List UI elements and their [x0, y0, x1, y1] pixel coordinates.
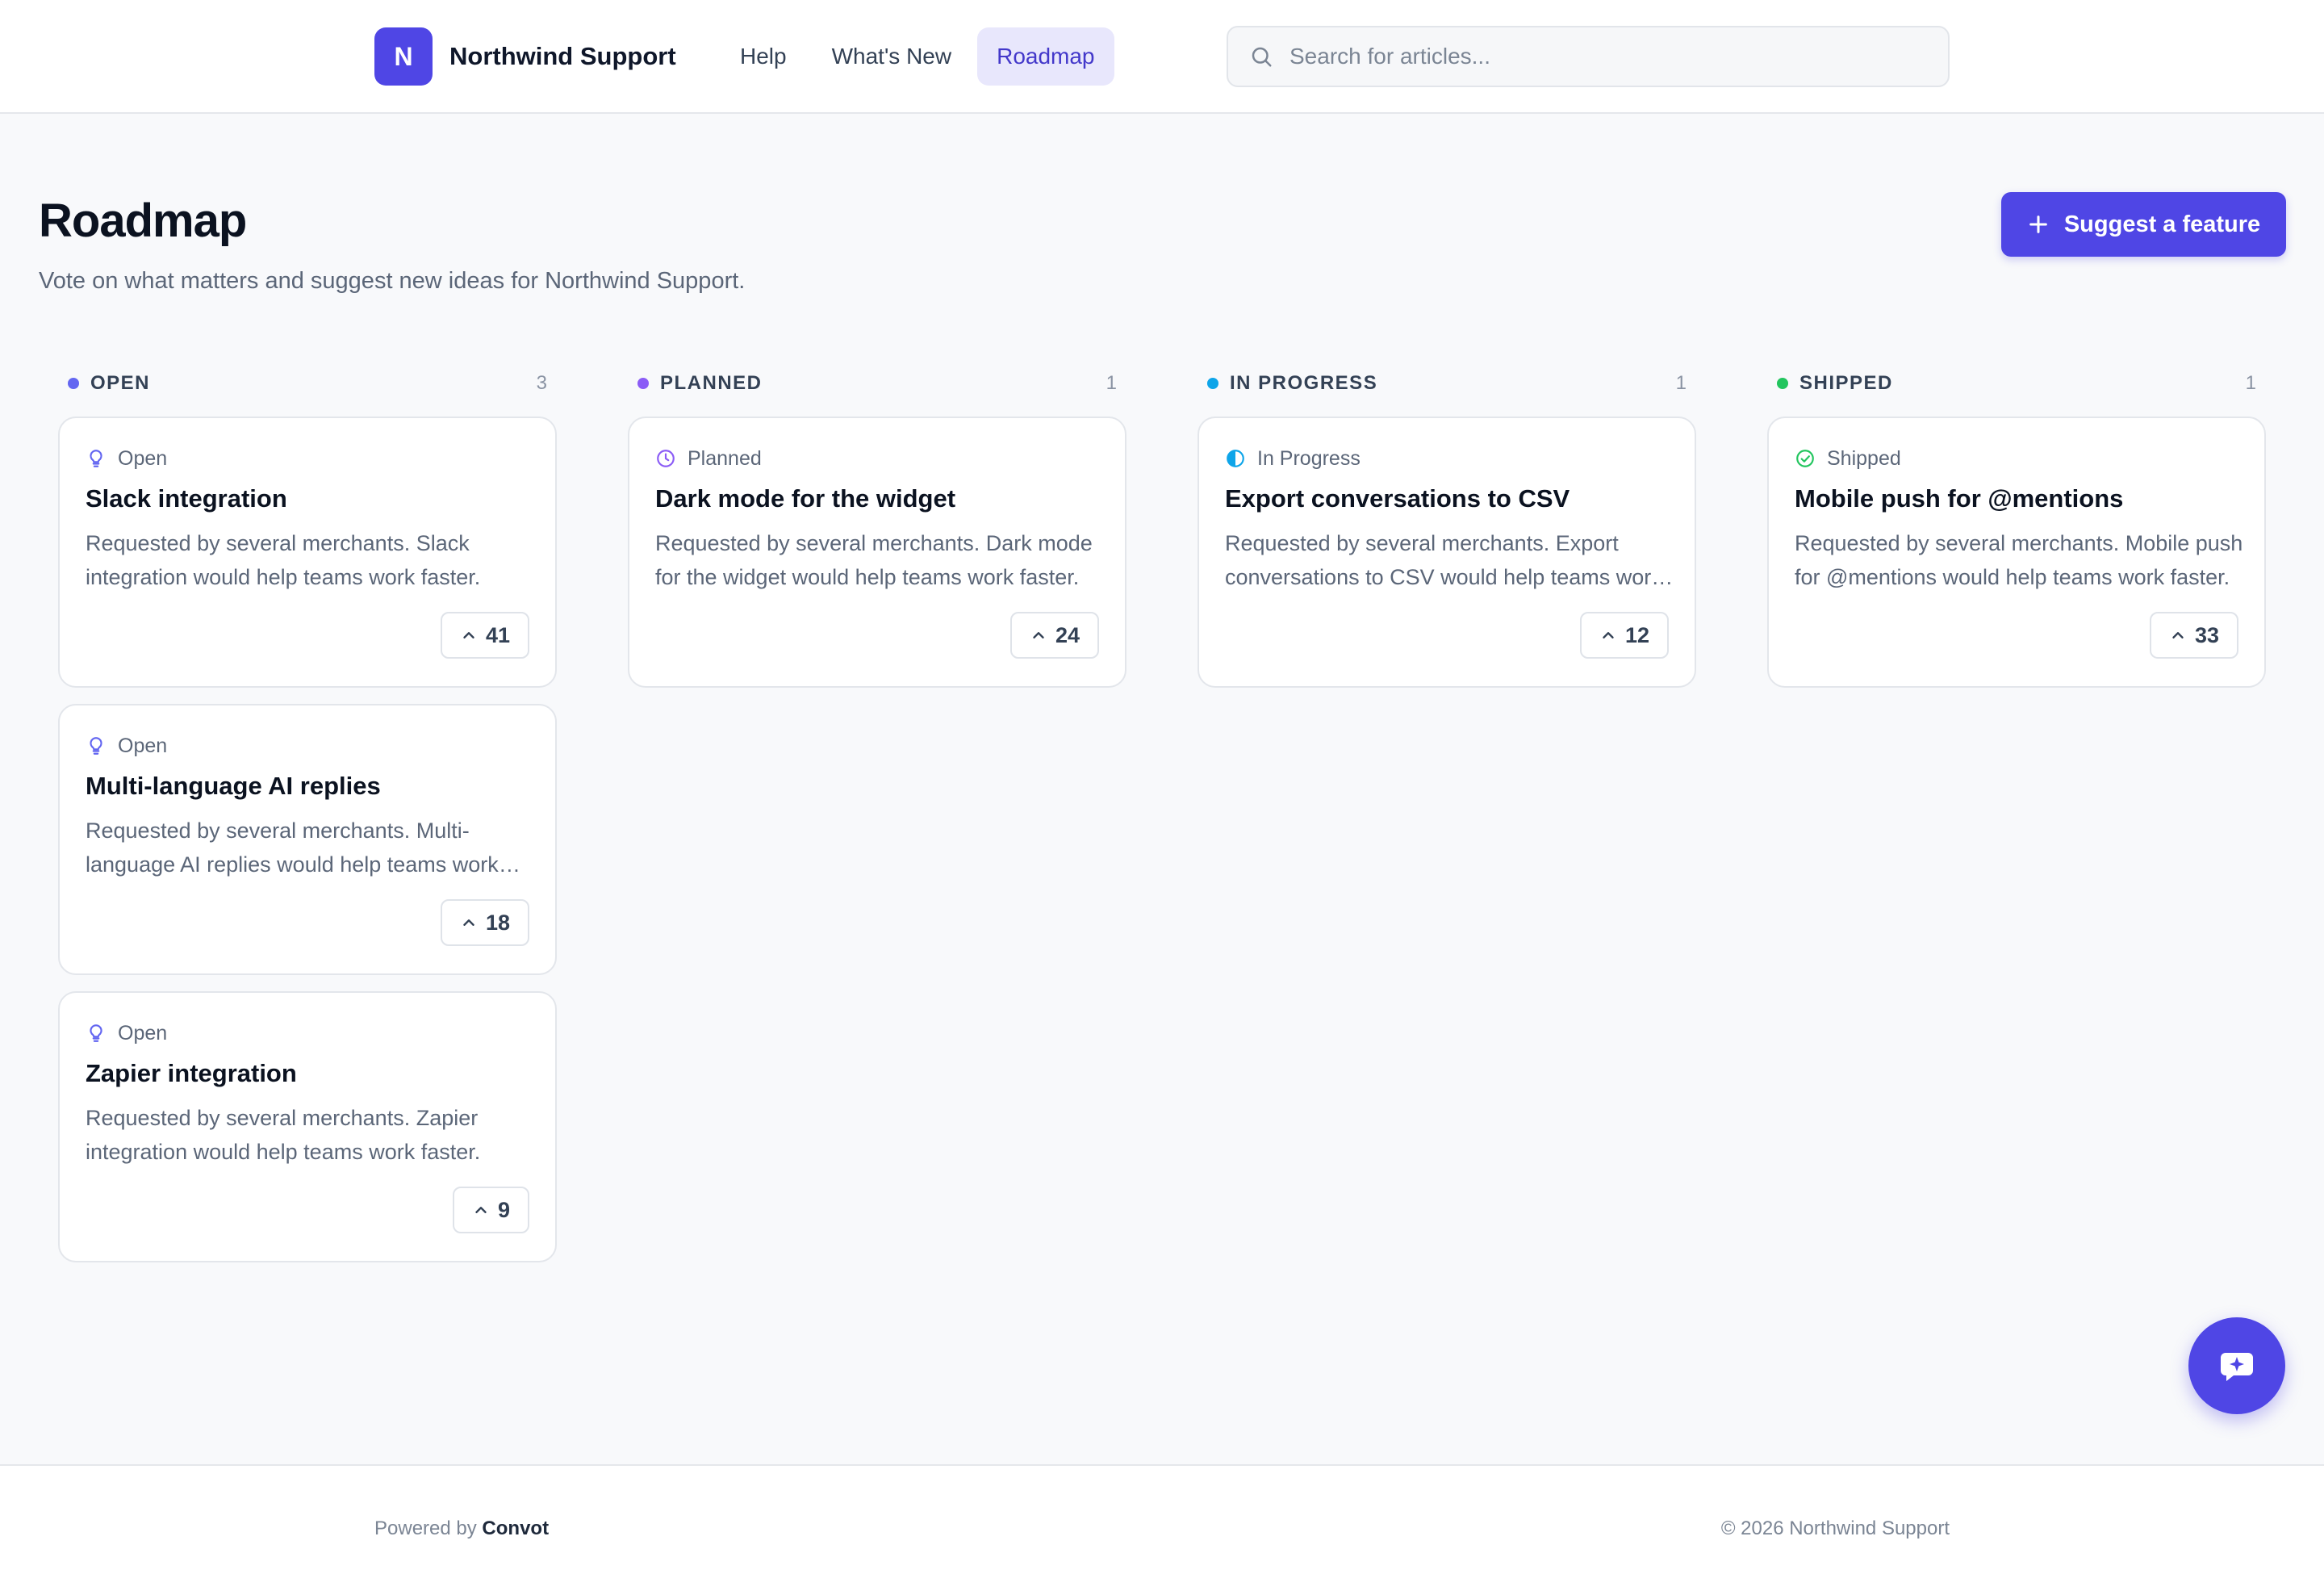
upvote-button[interactable]: 41 — [440, 612, 529, 659]
card-description: Requested by several merchants. Dark mod… — [655, 531, 1093, 589]
card-title: Slack integration — [86, 484, 287, 513]
column-title: IN PROGRESS — [1230, 372, 1378, 394]
brand-logo[interactable]: N — [374, 27, 433, 86]
column-title: SHIPPED — [1799, 372, 1893, 394]
upvote-button[interactable]: 9 — [452, 1187, 529, 1233]
card-status: Shipped — [1795, 446, 1901, 471]
lightbulb-icon — [90, 737, 102, 755]
column-count: 1 — [1106, 372, 1117, 394]
card-description: Requested by several merchants. Multi-la… — [86, 818, 499, 877]
card-description: Requested by several merchants. Mobile p… — [1795, 531, 2243, 589]
card-status: In Progress — [1225, 446, 1361, 471]
nav-whats-new[interactable]: What's New — [813, 27, 972, 86]
powered-by-brand[interactable]: Convot — [482, 1518, 549, 1539]
card-status: Open — [86, 1020, 167, 1046]
column-count: 1 — [1675, 372, 1687, 394]
search-icon — [1252, 47, 1272, 67]
column-title: PLANNED — [660, 372, 763, 394]
chevron-up-icon — [463, 919, 474, 926]
page-title: Roadmap — [39, 195, 247, 247]
top-header: N Northwind Support Help What's New Road… — [0, 0, 2324, 114]
upvote-button[interactable]: 12 — [1579, 612, 1669, 659]
card-title: Export conversations to CSV — [1225, 484, 1570, 513]
column-in-progress: IN PROGRESS 1 In Progress Export convers… — [1198, 365, 1696, 688]
powered-by-prefix: Powered by — [374, 1518, 477, 1539]
column-header: OPEN 3 — [58, 365, 557, 402]
lightbulb-icon — [90, 1024, 102, 1042]
vote-count: 41 — [485, 622, 510, 647]
column-header: IN PROGRESS 1 — [1198, 365, 1696, 402]
status-dot — [1207, 378, 1218, 389]
vote-count: 24 — [1055, 622, 1080, 647]
page-subtitle: Vote on what matters and suggest new ide… — [39, 268, 746, 294]
lightbulb-icon — [90, 450, 102, 467]
roadmap-card[interactable]: Open Zapier integration Requested by sev… — [58, 991, 557, 1262]
footer: Powered by Convot © 2026 Northwind Suppo… — [0, 1464, 2324, 1595]
card-status-label: Open — [118, 446, 168, 470]
status-dot — [68, 378, 79, 389]
status-dot — [637, 378, 649, 389]
clock-icon — [657, 450, 675, 467]
main-nav: Help What's New Roadmap — [721, 27, 1121, 86]
card-status: Open — [86, 446, 167, 471]
column-header: SHIPPED 1 — [1767, 365, 2266, 402]
search-input[interactable] — [1289, 44, 1919, 69]
roadmap-card[interactable]: Shipped Mobile push for @mentions Reques… — [1767, 417, 2266, 688]
column-planned: PLANNED 1 Planned Dark mode for the widg… — [628, 365, 1126, 688]
column-count: 3 — [536, 372, 547, 394]
nav-help[interactable]: Help — [721, 27, 806, 86]
upvote-button[interactable]: 18 — [440, 899, 529, 946]
chevron-up-icon — [2172, 632, 2184, 638]
column-title: OPEN — [90, 372, 151, 394]
card-title: Dark mode for the widget — [655, 484, 956, 513]
upvote-button[interactable]: 33 — [2149, 612, 2238, 659]
card-description: Requested by several merchants. Zapier i… — [86, 1106, 481, 1164]
chevron-up-icon — [1603, 632, 1614, 638]
column-shipped: SHIPPED 1 Shipped Mobile push for @menti… — [1767, 365, 2266, 688]
roadmap-card[interactable]: Planned Dark mode for the widget Request… — [628, 417, 1126, 688]
card-title: Zapier integration — [86, 1059, 297, 1087]
card-status: Planned — [655, 446, 762, 471]
roadmap-card[interactable]: In Progress Export conversations to CSV … — [1198, 417, 1696, 688]
chevron-up-icon — [475, 1207, 487, 1213]
chevron-up-icon — [463, 632, 474, 638]
column-header: PLANNED 1 — [628, 365, 1126, 402]
vote-count: 33 — [2194, 622, 2219, 647]
chat-sparkle-icon — [2221, 1353, 2253, 1381]
card-status-label: In Progress — [1257, 446, 1361, 470]
chat-launcher-button[interactable] — [2188, 1317, 2285, 1414]
chevron-up-icon — [1033, 632, 1044, 638]
roadmap-card[interactable]: Open Multi-language AI replies Requested… — [58, 704, 557, 975]
brand[interactable]: N Northwind Support — [374, 27, 676, 86]
suggest-feature-label: Suggest a feature — [2063, 211, 2261, 237]
vote-count: 9 — [497, 1197, 510, 1222]
card-description: Requested by several merchants. Slack in… — [86, 531, 481, 589]
upvote-button[interactable]: 24 — [1009, 612, 1099, 659]
card-status-label: Open — [118, 734, 168, 757]
vote-count: 12 — [1624, 622, 1649, 647]
nav-roadmap[interactable]: Roadmap — [977, 27, 1114, 86]
card-status: Open — [86, 733, 167, 759]
powered-by: Powered by Convot — [374, 1518, 549, 1540]
card-title: Mobile push for @mentions — [1795, 484, 2124, 513]
vote-count: 18 — [485, 910, 510, 935]
half-circle-icon — [1227, 450, 1244, 467]
column-open: OPEN 3 Open Slack integration Requested … — [58, 365, 557, 1262]
card-description: Requested by several merchants. Export c… — [1225, 531, 1662, 589]
column-count: 1 — [2245, 372, 2256, 394]
check-circle-icon — [1796, 450, 1814, 467]
plus-icon — [2029, 216, 2047, 233]
search-box[interactable] — [1227, 26, 1950, 87]
status-dot — [1777, 378, 1788, 389]
brand-name[interactable]: Northwind Support — [449, 42, 676, 71]
card-title: Multi-language AI replies — [86, 772, 381, 800]
card-status-label: Planned — [688, 446, 762, 470]
roadmap-card[interactable]: Open Slack integration Requested by seve… — [58, 417, 557, 688]
card-status-label: Open — [118, 1021, 168, 1044]
card-status-label: Shipped — [1827, 446, 1901, 470]
copyright: © 2026 Northwind Support — [1720, 1518, 1950, 1539]
suggest-feature-button[interactable]: Suggest a feature — [2001, 192, 2286, 257]
